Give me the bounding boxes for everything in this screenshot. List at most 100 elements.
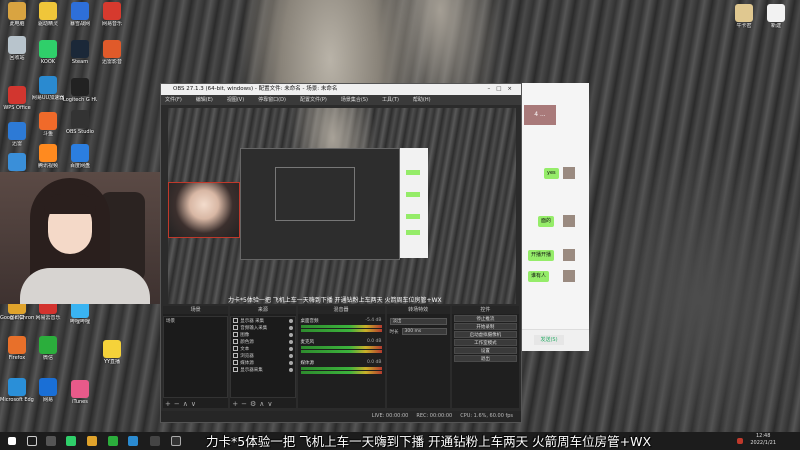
- steam-taskbar-icon[interactable]: [150, 436, 160, 446]
- menu-item[interactable]: 帮助(H): [413, 95, 431, 105]
- sources-toolbar[interactable]: +−⚙∧∨: [232, 400, 275, 408]
- source-item[interactable]: 显示器采集: [231, 366, 294, 373]
- menu-item[interactable]: 工具(T): [382, 95, 399, 105]
- source-item[interactable]: 文本: [231, 345, 294, 352]
- chat-window[interactable]: 4 ... yes 面的 开播开播 谁有人 发送(S): [522, 83, 589, 351]
- source-item[interactable]: 浏览器: [231, 352, 294, 359]
- desktop-icon[interactable]: Logitech G HUB: [63, 78, 97, 103]
- desktop-icon[interactable]: 牛卡密: [727, 4, 761, 29]
- app-icon: [8, 336, 26, 354]
- control-button[interactable]: 启动虚拟摄像机: [453, 331, 517, 338]
- desktop-icon[interactable]: 网易UU加速器: [31, 76, 65, 101]
- desktop-icon[interactable]: Microsoft Edge: [0, 378, 34, 403]
- source-item-label: 显示器 采集: [240, 318, 265, 324]
- app-icon: [39, 336, 57, 354]
- obs-titlebar[interactable]: OBS 27.1.3 (64-bit, windows) - 配置文件: 未命名…: [161, 84, 521, 95]
- source-item[interactable]: 媒体源: [231, 359, 294, 366]
- volume-slider[interactable]: [300, 350, 382, 353]
- app-icon: [39, 112, 57, 130]
- visibility-eye-icon[interactable]: [288, 360, 293, 365]
- control-button[interactable]: 退出: [453, 355, 517, 362]
- source-item[interactable]: 显示器 采集: [231, 317, 294, 324]
- desktop-icon-label: KOOK: [40, 59, 56, 65]
- tray-clock[interactable]: 12:48 2022/1/21: [750, 433, 776, 447]
- menu-item[interactable]: 停靠窗口(D): [258, 95, 286, 105]
- obs-preview[interactable]: 力卡*5体验一把 飞机上车一天嗨到下播 开通钻粉上车两天 火箭周车位房管+WX: [168, 108, 516, 304]
- source-item[interactable]: 颜色源: [231, 338, 294, 345]
- send-button[interactable]: 发送(S): [534, 335, 564, 345]
- control-button[interactable]: 工作室模式: [453, 339, 517, 346]
- desktop-icon[interactable]: 腾讯视频: [31, 144, 65, 169]
- desktop-icon[interactable]: iTunes: [63, 380, 97, 405]
- source-type-icon: [233, 360, 239, 365]
- visibility-eye-icon[interactable]: [288, 346, 293, 351]
- volume-slider[interactable]: [300, 329, 382, 332]
- desktop-icon[interactable]: KOOK: [31, 40, 65, 65]
- desktop-icon[interactable]: 驱动精灵: [31, 2, 65, 27]
- transitions-header: 转场特效: [386, 306, 450, 314]
- visibility-eye-icon[interactable]: [288, 353, 293, 358]
- visibility-eye-icon[interactable]: [288, 325, 293, 330]
- menu-item[interactable]: 文件(F): [165, 95, 182, 105]
- menu-item[interactable]: 编辑(E): [196, 95, 213, 105]
- menu-item[interactable]: 配置文件(P): [300, 95, 327, 105]
- visibility-eye-icon[interactable]: [288, 332, 293, 337]
- menu-item[interactable]: 视图(V): [227, 95, 244, 105]
- source-item-label: 浏览器: [240, 353, 254, 359]
- desktop-icon[interactable]: 斗鱼: [31, 112, 65, 137]
- kook-taskbar-icon[interactable]: [66, 436, 76, 446]
- window-controls[interactable]: –□×: [487, 84, 518, 95]
- duration-input[interactable]: 300 ms: [401, 328, 447, 335]
- desktop-icon[interactable]: 微信: [31, 336, 65, 361]
- folder-taskbar-icon[interactable]: [87, 436, 97, 446]
- scenes-list[interactable]: 场景: [163, 316, 229, 398]
- wechat-taskbar-icon[interactable]: [108, 436, 118, 446]
- desktop-icon[interactable]: Steam: [63, 40, 97, 65]
- app-icon: [103, 2, 121, 20]
- scene-item[interactable]: 场景: [164, 317, 227, 324]
- source-type-icon: [233, 332, 239, 337]
- desktop-icon[interactable]: 迅雷: [0, 122, 34, 147]
- source-type-icon: [233, 353, 239, 358]
- desktop-icon-label: 迅雷影音: [101, 59, 122, 65]
- obs-window[interactable]: OBS 27.1.3 (64-bit, windows) - 配置文件: 未命名…: [160, 83, 522, 423]
- tray-icon[interactable]: [737, 438, 743, 444]
- menu-item[interactable]: 场景集合(S): [341, 95, 368, 105]
- desktop-icon-label: OBS Studio: [66, 129, 94, 135]
- desktop-icon[interactable]: YY直播: [95, 340, 129, 365]
- source-item[interactable]: 图像: [231, 331, 294, 338]
- desktop-icon[interactable]: 百度网盘: [63, 144, 97, 169]
- desktop-icon[interactable]: 迅雷影音: [95, 40, 129, 65]
- control-button[interactable]: 开始录制: [453, 323, 517, 330]
- desktop-icon[interactable]: WPS Office: [0, 86, 34, 111]
- obs-taskbar-icon[interactable]: [171, 436, 181, 446]
- source-type-icon: [233, 325, 239, 330]
- desktop-icon[interactable]: Firefox: [0, 336, 34, 361]
- scenes-toolbar[interactable]: +−∧∨: [165, 400, 199, 408]
- volume-slider[interactable]: [300, 371, 382, 374]
- desktop-icon[interactable]: 此电脑: [0, 2, 34, 27]
- desktop-icon[interactable]: 暴雪战网: [63, 2, 97, 27]
- search-icon[interactable]: [27, 436, 37, 446]
- desktop-icon[interactable]: 网易: [31, 378, 65, 403]
- desktop-icon[interactable]: 网易音乐: [95, 2, 129, 27]
- app-icon: [71, 110, 89, 128]
- control-button[interactable]: 停止推流: [453, 315, 517, 322]
- desktop-icon-label: 新建: [770, 23, 781, 29]
- visibility-eye-icon[interactable]: [288, 339, 293, 344]
- transition-type-select[interactable]: 淡出: [389, 318, 447, 325]
- visibility-eye-icon[interactable]: [288, 367, 293, 372]
- desktop-icon[interactable]: 新建: [759, 4, 793, 29]
- windows-start-icon[interactable]: [8, 437, 16, 445]
- sources-list[interactable]: 显示器 采集 音频输入采集 图像 颜色源 文本 浏览器 媒体源 显示器采集: [230, 316, 296, 398]
- desktop-icon[interactable]: 回收站: [0, 36, 34, 61]
- source-item[interactable]: 音频输入采集: [231, 324, 294, 331]
- control-button[interactable]: 设置: [453, 347, 517, 354]
- stream-subtitle: 力卡*5体验一把 飞机上车一天嗨到下播 开通钻粉上车两天 火箭周车位房管+WX: [206, 434, 652, 449]
- chat-message: yes: [544, 168, 559, 179]
- desktop-icon[interactable]: OBS Studio: [63, 110, 97, 135]
- app-icon: [71, 40, 89, 58]
- task-view-icon[interactable]: [46, 436, 56, 446]
- visibility-eye-icon[interactable]: [288, 318, 293, 323]
- uu-taskbar-icon[interactable]: [128, 436, 138, 446]
